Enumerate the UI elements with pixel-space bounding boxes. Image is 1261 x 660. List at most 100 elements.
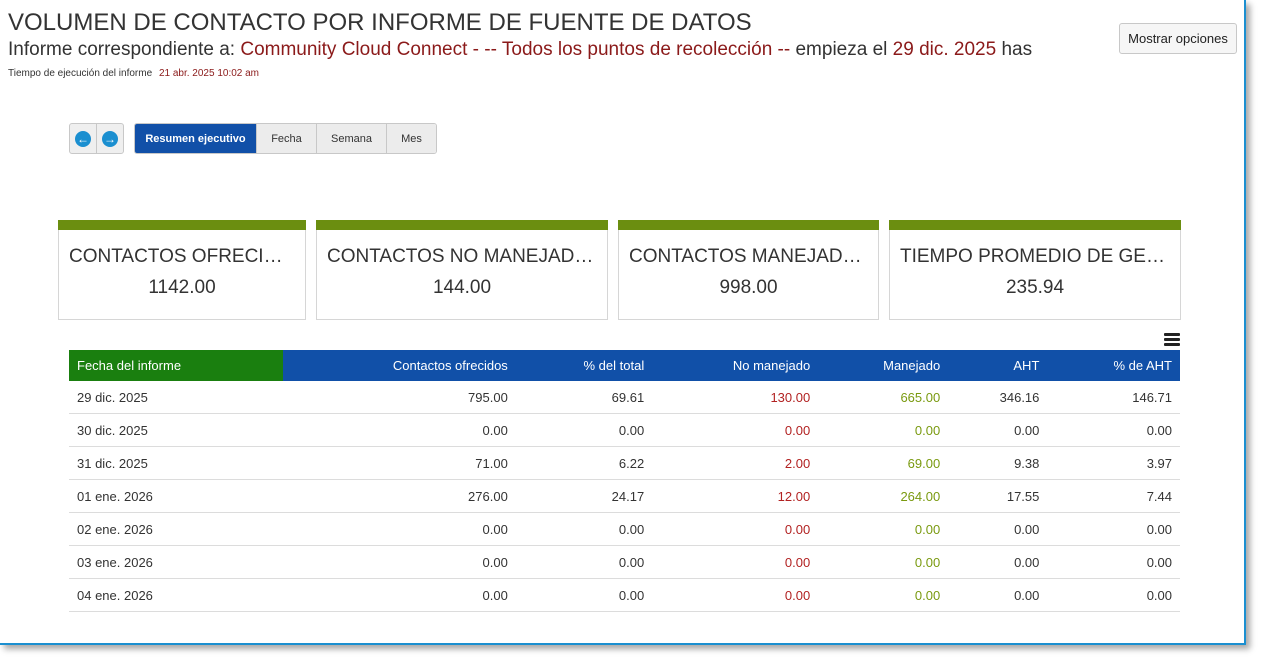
table-cell: 0.00 (818, 413, 949, 447)
column-header[interactable]: Manejado (818, 350, 949, 381)
table-cell: 03 ene. 2026 (69, 545, 283, 579)
table-cell: 0.00 (1047, 545, 1180, 579)
table-cell: 0.00 (652, 413, 819, 447)
kpi-value: 235.94 (1005, 277, 1065, 298)
kpi-card-offered: CONTACTOS OFRECIDOS 1142.00 (58, 220, 306, 320)
kpi-bar (58, 220, 306, 230)
table-cell: 0.00 (283, 413, 516, 447)
table-cell: 146.71 (1047, 381, 1180, 414)
table-cell: 0.00 (818, 512, 949, 546)
kpi-card-unhandled: CONTACTOS NO MANEJADOS 144.00 (316, 220, 608, 320)
table-cell: 0.00 (1047, 413, 1180, 447)
table-cell: 0.00 (948, 545, 1048, 579)
kpi-value: 144.00 (432, 277, 492, 298)
table-row: 04 ene. 2026 0.00 0.00 0.00 0.00 0.00 0.00 (69, 578, 1180, 612)
table-cell: 0.00 (652, 512, 819, 546)
table-row: 02 ene. 2026 0.00 0.00 0.00 0.00 0.00 0.00 (69, 512, 1180, 546)
table-cell: 0.00 (515, 413, 653, 447)
table-cell: 0.00 (283, 545, 516, 579)
table-cell: 30 dic. 2025 (69, 413, 283, 447)
execution-time: Tiempo de ejecución del informe 21 abr. … (8, 68, 259, 79)
kpi-card-handled: CONTACTOS MANEJADOS 998.00 (618, 220, 879, 320)
table-row: 29 dic. 2025 795.00 69.61 130.00 665.00 346.1… (69, 381, 1180, 414)
table-cell: 130.00 (652, 381, 819, 414)
kpi-label: TIEMPO PROMEDIO DE GESTIÓN (900, 246, 1170, 267)
table-cell: 6.22 (515, 446, 653, 480)
show-options-button[interactable]: Mostrar opciones (1119, 23, 1237, 54)
subtitle-prefix: Informe correspondiente a: (8, 39, 236, 60)
table-cell: 29 dic. 2025 (69, 381, 283, 414)
period-nav: ← → (69, 123, 124, 154)
table-cell: 9.38 (948, 446, 1048, 480)
column-header[interactable]: Contactos ofrecidos (283, 350, 516, 381)
table-cell: 0.00 (948, 578, 1048, 612)
table-cell: 3.97 (1047, 446, 1180, 480)
kpi-card-aht: TIEMPO PROMEDIO DE GESTIÓN 235.94 (889, 220, 1181, 320)
kpi-value: 1142.00 (148, 277, 216, 298)
subtitle-tail: has (1001, 39, 1033, 60)
kpi-label: CONTACTOS OFRECIDOS (69, 246, 295, 267)
table-cell: 0.00 (818, 545, 949, 579)
table-cell: 24.17 (515, 479, 653, 513)
table-cell: 0.00 (652, 545, 819, 579)
table-cell: 0.00 (515, 545, 653, 579)
table-cell: 71.00 (283, 446, 516, 480)
table-row: 03 ene. 2026 0.00 0.00 0.00 0.00 0.00 0.00 (69, 545, 1180, 579)
table-cell: 795.00 (283, 381, 516, 414)
tab-week[interactable]: Semana (316, 124, 386, 153)
kpi-label: CONTACTOS NO MANEJADOS (327, 246, 597, 267)
execution-time-label: Tiempo de ejecución del informe (8, 68, 153, 79)
table-cell: 0.00 (1047, 578, 1180, 612)
table-cell: 276.00 (283, 479, 516, 513)
view-tabs: Resumen ejecutivo Fecha Semana Mes (134, 123, 437, 154)
table-cell: 02 ene. 2026 (69, 512, 283, 546)
column-header[interactable]: % del total (515, 350, 653, 381)
hamburger-menu-icon[interactable] (1164, 333, 1180, 347)
report-window: VOLUMEN DE CONTACTO POR INFORME DE FUENT… (0, 0, 1246, 645)
table-cell: 0.00 (652, 578, 819, 612)
table-cell: 0.00 (818, 578, 949, 612)
tab-executive-summary[interactable]: Resumen ejecutivo (135, 124, 256, 153)
previous-button[interactable]: ← (70, 124, 96, 153)
execution-time-value: 21 abr. 2025 10:02 am (158, 68, 260, 79)
table-cell: 0.00 (515, 512, 653, 546)
arrow-right-icon: → (102, 130, 118, 147)
tab-date[interactable]: Fecha (256, 124, 316, 153)
table-cell: 12.00 (652, 479, 819, 513)
table-cell: 0.00 (948, 413, 1048, 447)
kpi-value: 998.00 (719, 277, 778, 298)
column-header[interactable]: No manejado (652, 350, 819, 381)
tab-month[interactable]: Mes (386, 124, 436, 153)
report-table: Fecha del informe Contactos ofrecidos % … (69, 350, 1180, 612)
kpi-label: CONTACTOS MANEJADOS (629, 246, 868, 267)
subtitle-source: Community Cloud Connect - -- Todos los p… (240, 39, 791, 60)
page-title: VOLUMEN DE CONTACTO POR INFORME DE FUENT… (8, 9, 752, 36)
table-cell: 346.16 (948, 381, 1048, 414)
table-cell: 0.00 (283, 512, 516, 546)
table-cell: 31 dic. 2025 (69, 446, 283, 480)
column-header[interactable]: % de AHT (1047, 350, 1180, 381)
table-cell: 0.00 (515, 578, 653, 612)
table-header-row: Fecha del informe Contactos ofrecidos % … (69, 350, 1180, 381)
table-cell: 264.00 (818, 479, 949, 513)
table-cell: 69.61 (515, 381, 653, 414)
next-button[interactable]: → (96, 124, 123, 153)
table-cell: 0.00 (1047, 512, 1180, 546)
table-cell: 69.00 (818, 446, 949, 480)
table-cell: 04 ene. 2026 (69, 578, 283, 612)
subtitle-mid: empieza el (795, 39, 888, 60)
table-cell: 01 ene. 2026 (69, 479, 283, 513)
kpi-bar (316, 220, 608, 230)
kpi-bar (889, 220, 1181, 230)
table-row: 30 dic. 2025 0.00 0.00 0.00 0.00 0.00 0.00 (69, 413, 1180, 447)
report-subtitle: Informe correspondiente a: Community Clo… (8, 39, 1080, 61)
table-cell: 0.00 (948, 512, 1048, 546)
table-cell: 17.55 (948, 479, 1048, 513)
column-header[interactable]: AHT (948, 350, 1048, 381)
table-cell: 665.00 (818, 381, 949, 414)
table-row: 31 dic. 2025 71.00 6.22 2.00 69.00 9.38 3.97 (69, 446, 1180, 480)
table-cell: 2.00 (652, 446, 819, 480)
arrow-left-icon: ← (75, 130, 91, 147)
table-row: 01 ene. 2026 276.00 24.17 12.00 264.00 17.55 7… (69, 479, 1180, 513)
column-header[interactable]: Fecha del informe (69, 350, 283, 381)
